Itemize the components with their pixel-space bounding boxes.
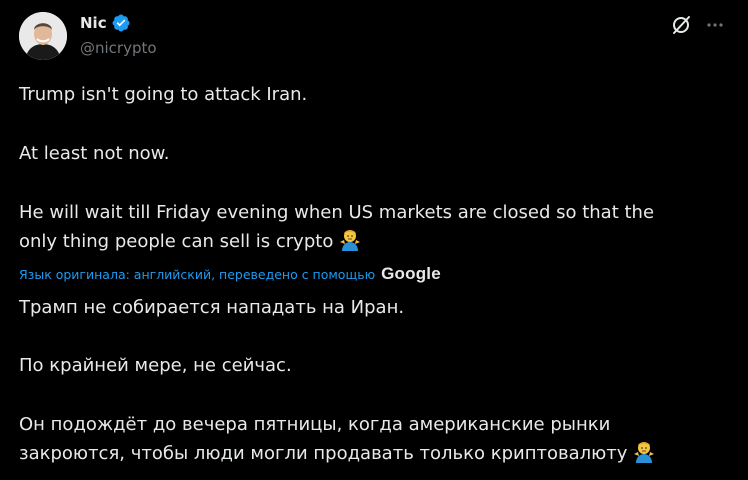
avatar[interactable] bbox=[19, 12, 67, 60]
tweet-text-paragraph-3-text: He will wait till Friday evening when US… bbox=[19, 202, 655, 252]
person-shrugging-emoji-icon bbox=[339, 227, 361, 251]
tweet-text-paragraph-2: At least not now. bbox=[19, 143, 170, 164]
translation-attribution: Язык оригинала: английский, переведено с… bbox=[19, 262, 441, 286]
google-logo: Google bbox=[381, 264, 441, 283]
translated-text-paragraph-2: По крайней мере, не сейчас. bbox=[19, 355, 292, 376]
translated-text-paragraph-3-text: Он подождёт до вечера пятницы, когда аме… bbox=[19, 414, 628, 464]
translated-text-paragraph-1: Трамп не собирается нападать на Иран. bbox=[19, 297, 405, 318]
author-handle[interactable]: @nicrypto bbox=[80, 38, 157, 58]
author-display-name[interactable]: Nic bbox=[80, 13, 107, 33]
grok-icon[interactable] bbox=[670, 14, 692, 36]
person-shrugging-emoji-icon bbox=[633, 439, 655, 463]
verified-badge-icon bbox=[111, 13, 131, 33]
tweet-text-paragraph-3: He will wait till Friday evening when US… bbox=[19, 198, 729, 256]
tweet: Nic @nicrypto Trump isn't going to attac… bbox=[0, 0, 748, 480]
tweet-text-paragraph-1: Trump isn't going to attack Iran. bbox=[19, 84, 308, 105]
translation-note-link[interactable]: Язык оригинала: английский, переведено с… bbox=[19, 267, 375, 282]
author-name-row: Nic bbox=[80, 12, 131, 34]
translated-text-paragraph-3: Он подождёт до вечера пятницы, когда аме… bbox=[19, 410, 729, 468]
more-options-icon[interactable] bbox=[704, 14, 726, 36]
